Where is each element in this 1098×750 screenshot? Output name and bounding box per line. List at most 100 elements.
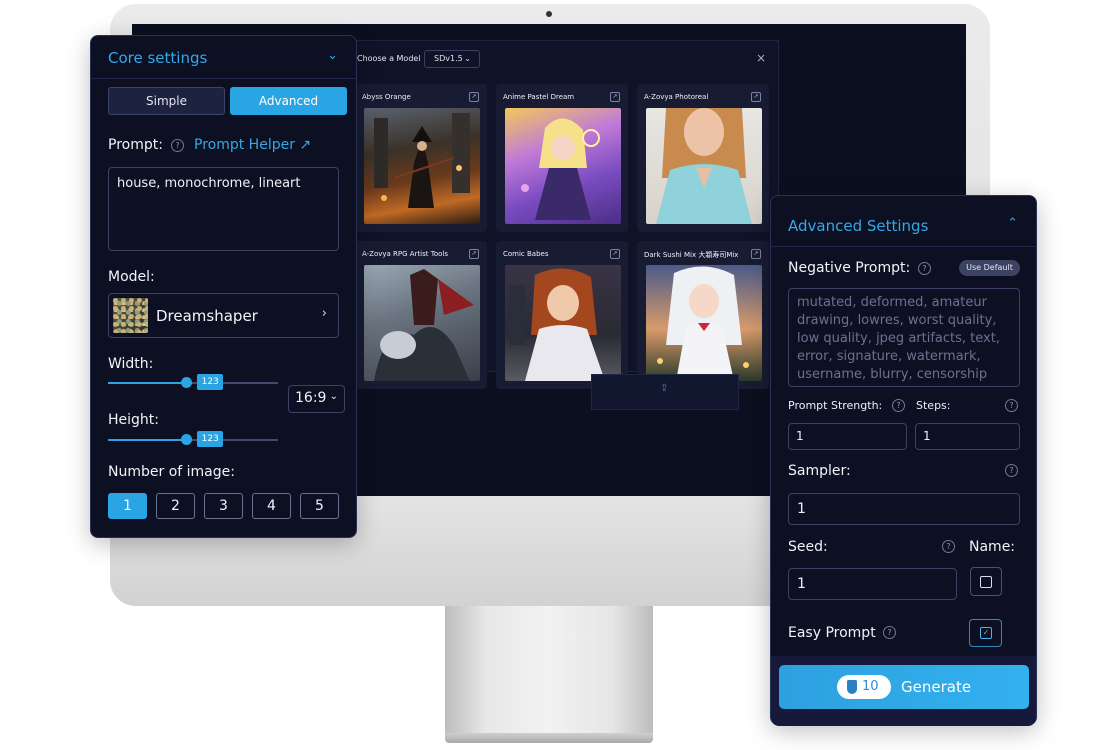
advanced-settings-title: Advanced Settings bbox=[788, 217, 929, 235]
model-card[interactable]: Comic Babes ↗ bbox=[496, 241, 628, 389]
width-label: Width: bbox=[108, 356, 154, 372]
version-select[interactable]: SDv1.5 ⌄ bbox=[424, 50, 480, 68]
aspect-ratio-value: 16:9 bbox=[295, 390, 327, 406]
easy-prompt-label: Easy Prompt bbox=[788, 625, 876, 641]
version-value: SDv1.5 bbox=[434, 54, 463, 63]
negative-prompt-label: Negative Prompt: bbox=[788, 260, 911, 276]
steps-input[interactable]: 1 bbox=[915, 423, 1020, 450]
prompt-strength-label: Prompt Strength: bbox=[788, 399, 883, 412]
external-link-icon[interactable]: ↗ bbox=[751, 92, 761, 102]
prompt-strength-input[interactable]: 1 bbox=[788, 423, 907, 450]
anime-girl-illustration bbox=[521, 118, 600, 220]
generate-footer: 10 Generate bbox=[771, 656, 1036, 726]
checkbox-unchecked-icon bbox=[980, 576, 992, 588]
prompt-input[interactable]: house, monochrome, lineart bbox=[108, 167, 339, 251]
core-settings-panel: Core settings ⌄ Simple Advanced Prompt: … bbox=[90, 35, 357, 538]
help-icon[interactable]: ? bbox=[942, 540, 955, 553]
upload-icon: ⇪ bbox=[660, 383, 669, 394]
width-slider-fill bbox=[108, 382, 187, 384]
generate-button[interactable]: 10 Generate bbox=[779, 665, 1029, 709]
seed-label: Seed: bbox=[788, 539, 828, 555]
model-card-name: Dark Sushi Mix 大顆寿司Mix bbox=[644, 251, 739, 259]
model-card-image bbox=[364, 108, 480, 224]
mode-simple-button[interactable]: Simple bbox=[108, 87, 225, 115]
close-icon[interactable]: × bbox=[756, 51, 766, 65]
aspect-ratio-select[interactable]: 16:9 ⌄ bbox=[288, 385, 345, 413]
upload-dropzone[interactable]: ⇪ bbox=[591, 374, 739, 410]
divider bbox=[771, 246, 1036, 247]
help-icon[interactable]: ? bbox=[892, 399, 905, 412]
model-card-image bbox=[505, 108, 621, 224]
name-checkbox[interactable] bbox=[970, 567, 1002, 596]
monitor-stand-foot bbox=[445, 733, 653, 743]
num-images-option[interactable]: 3 bbox=[204, 493, 243, 519]
name-label: Name: bbox=[969, 539, 1016, 555]
model-card-image bbox=[364, 265, 480, 381]
help-icon[interactable]: ? bbox=[1005, 399, 1018, 412]
chevron-down-icon: ⌄ bbox=[329, 391, 338, 402]
negative-prompt-input[interactable]: mutated, deformed, amateur drawing, lowr… bbox=[788, 288, 1020, 387]
woman-portrait-photo bbox=[656, 103, 752, 224]
steps-label: Steps: bbox=[916, 399, 951, 412]
advanced-settings-panel: Advanced Settings ⌃ Negative Prompt: ? U… bbox=[770, 195, 1037, 726]
witch-figure-illustration bbox=[374, 113, 470, 208]
help-icon[interactable]: ? bbox=[1005, 464, 1018, 477]
generate-label: Generate bbox=[901, 678, 972, 696]
chevron-down-icon[interactable]: ⌄ bbox=[327, 48, 338, 63]
external-link-icon[interactable]: ↗ bbox=[610, 249, 620, 259]
width-slider-thumb[interactable] bbox=[181, 377, 193, 388]
model-label: Model: bbox=[108, 269, 155, 285]
height-label: Height: bbox=[108, 412, 159, 428]
model-card[interactable]: A-Zovya Photoreal ↗ bbox=[637, 84, 769, 232]
chevron-up-icon[interactable]: ⌃ bbox=[1007, 216, 1018, 231]
width-value: 123 bbox=[197, 374, 224, 390]
mode-advanced-button[interactable]: Advanced bbox=[230, 87, 347, 115]
credits-badge: 10 bbox=[837, 675, 891, 699]
use-default-button[interactable]: Use Default bbox=[959, 260, 1020, 276]
prompt-label: Prompt: bbox=[108, 137, 163, 153]
prompt-helper-link[interactable]: Prompt Helper ↗ bbox=[194, 137, 311, 153]
easy-prompt-checkbox[interactable]: ✓ bbox=[969, 619, 1002, 647]
model-card[interactable]: Dark Sushi Mix 大顆寿司Mix ↗ bbox=[637, 241, 769, 389]
monitor-stand bbox=[445, 606, 653, 738]
warrior-wolf-illustration bbox=[374, 269, 474, 381]
external-link-icon[interactable]: ↗ bbox=[469, 92, 479, 102]
camera-dot bbox=[546, 11, 552, 17]
shield-icon bbox=[847, 680, 857, 694]
num-images-option[interactable]: 2 bbox=[156, 493, 195, 519]
model-card-name: A-Zovya RPG Artist Tools bbox=[362, 250, 448, 258]
modal-title: Choose a Model bbox=[357, 54, 421, 63]
help-icon[interactable]: ? bbox=[918, 262, 931, 275]
model-card-name: A-Zovya Photoreal bbox=[644, 93, 709, 101]
comic-girl-illustration bbox=[509, 268, 605, 381]
model-thumbnail bbox=[113, 298, 148, 333]
model-card[interactable]: Anime Pastel Dream ↗ bbox=[496, 84, 628, 232]
core-settings-title: Core settings bbox=[108, 49, 208, 67]
sampler-input[interactable]: 1 bbox=[788, 493, 1020, 525]
sampler-label: Sampler: bbox=[788, 463, 851, 479]
checkbox-checked-icon: ✓ bbox=[980, 627, 992, 639]
model-card-image bbox=[646, 265, 762, 381]
height-slider[interactable]: 123 bbox=[108, 431, 278, 447]
model-card[interactable]: Abyss Orange ↗ bbox=[355, 84, 487, 232]
external-link-icon[interactable]: ↗ bbox=[610, 92, 620, 102]
external-link-icon[interactable]: ↗ bbox=[751, 249, 761, 259]
model-name: Dreamshaper bbox=[156, 307, 258, 325]
num-images-option[interactable]: 4 bbox=[252, 493, 291, 519]
help-icon[interactable]: ? bbox=[171, 139, 184, 152]
num-images-option[interactable]: 1 bbox=[108, 493, 147, 519]
model-card-name: Anime Pastel Dream bbox=[503, 93, 575, 101]
chevron-down-icon: ⌄ bbox=[464, 54, 471, 63]
height-slider-thumb[interactable] bbox=[181, 434, 193, 445]
model-chooser-modal: Choose a Model SDv1.5 ⌄ × Abyss Orange ↗… bbox=[343, 40, 779, 410]
chevron-right-icon: › bbox=[321, 306, 327, 321]
number-of-images-label: Number of image: bbox=[108, 464, 235, 480]
help-icon[interactable]: ? bbox=[883, 626, 896, 639]
num-images-option[interactable]: 5 bbox=[300, 493, 339, 519]
height-value: 123 bbox=[197, 431, 224, 447]
seed-input[interactable]: 1 bbox=[788, 568, 957, 600]
model-select[interactable]: Dreamshaper › bbox=[108, 293, 339, 338]
width-slider[interactable]: 123 bbox=[108, 374, 278, 390]
model-card[interactable]: A-Zovya RPG Artist Tools ↗ bbox=[355, 241, 487, 389]
external-link-icon[interactable]: ↗ bbox=[469, 249, 479, 259]
